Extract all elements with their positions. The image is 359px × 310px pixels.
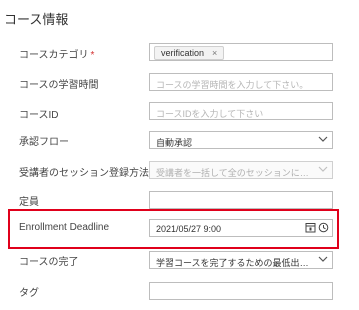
tag-input[interactable] (149, 282, 333, 300)
highlight-box (8, 209, 339, 249)
capacity-label: 定員 (19, 197, 39, 208)
study-time-label: コースの学習時間 (19, 80, 99, 91)
tag-label: タグ (19, 288, 39, 299)
category-chip-label: verification (161, 48, 205, 58)
capacity-input[interactable] (149, 191, 333, 209)
completion-value: 学習コースを完了するための最低出席率... (156, 258, 316, 268)
study-time-input[interactable]: コースの学習時間を入力して下さい。 (149, 73, 333, 91)
course-id-label: コースID (19, 110, 59, 121)
course-id-placeholder: コースIDを入力して下さい (156, 109, 264, 119)
category-chip: verification × (154, 46, 225, 60)
completion-select[interactable]: 学習コースを完了するための最低出席率... (149, 251, 333, 269)
category-label-text: コースカテゴリ (19, 50, 89, 61)
course-id-input[interactable]: コースIDを入力して下さい (149, 102, 333, 120)
approval-flow-label: 承認フロー (19, 137, 69, 148)
session-registration-value: 受講者を一括して全のセッションに登録... (156, 168, 316, 178)
course-info-panel: コースカテゴリ * verification × コースの学習時間 コースの学習時間… (0, 28, 353, 310)
required-mark: * (90, 50, 95, 61)
chevron-down-icon (318, 254, 328, 264)
study-time-placeholder: コースの学習時間を入力して下さい。 (156, 80, 309, 90)
chip-remove-icon[interactable]: × (212, 48, 217, 58)
session-registration-select[interactable]: 受講者を一括して全のセッションに登録... (149, 161, 333, 179)
chevron-down-icon (318, 134, 328, 144)
approval-flow-value: 自動承認 (156, 138, 193, 148)
completion-label: コースの完了 (19, 257, 79, 268)
approval-flow-select[interactable]: 自動承認 (149, 131, 333, 149)
category-field[interactable]: verification × (149, 43, 333, 61)
page-title: コース情報 (4, 12, 69, 27)
session-registration-label: 受講者のセッション登録方法 (19, 168, 149, 179)
chevron-down-icon (318, 164, 328, 174)
category-label: コースカテゴリ * (19, 46, 94, 61)
